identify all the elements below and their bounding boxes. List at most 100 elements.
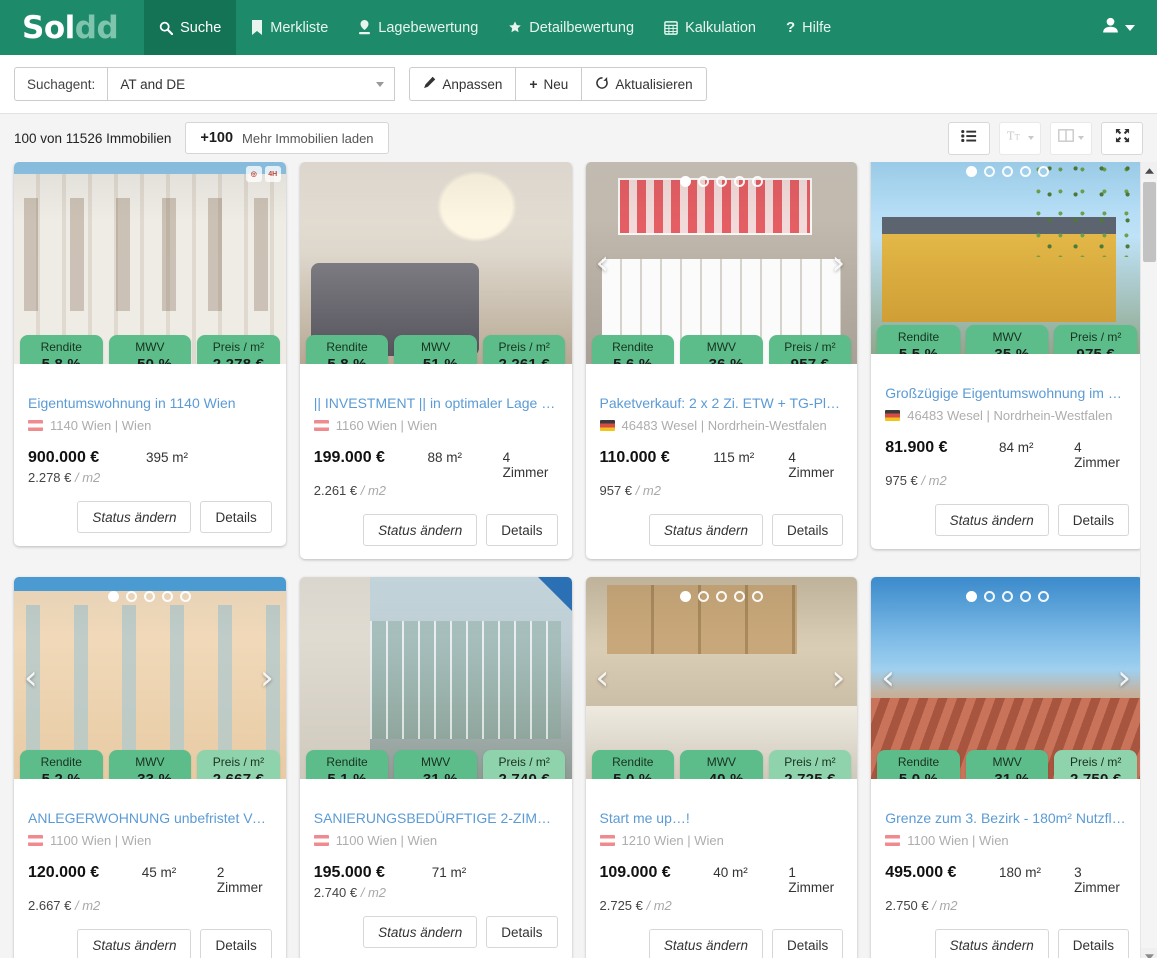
carousel-dot[interactable] [1038, 166, 1049, 177]
status-aendern-button[interactable]: Status ändern [363, 916, 477, 948]
property-photo[interactable]: ◎4HRendite5,8 %MWV- 50 %Preis / m²2.278 … [14, 162, 286, 364]
fullscreen-button[interactable] [1101, 122, 1143, 155]
carousel-prev-arrow[interactable]: ‹ [596, 661, 610, 695]
property-card[interactable]: ‹›Rendite5,2 %MWV- 33 %Preis / m²2.667 €… [14, 577, 286, 958]
carousel-prev-arrow[interactable]: ‹ [881, 661, 895, 695]
carousel-dot[interactable] [984, 166, 995, 177]
carousel-dot[interactable] [752, 591, 763, 602]
property-photo[interactable]: ‹›Rendite5,2 %MWV- 33 %Preis / m²2.667 € [14, 577, 286, 779]
property-title-link[interactable]: Großzügige Eigentumswohnung im Z… [885, 384, 1129, 402]
property-photo[interactable]: Rendite5,5 %MWV- 35 %Preis / m²975 € [871, 162, 1143, 354]
status-aendern-button[interactable]: Status ändern [363, 514, 477, 546]
carousel-dot[interactable] [680, 176, 691, 187]
status-aendern-button[interactable]: Status ändern [77, 501, 191, 533]
property-price: 81.900 € [885, 439, 999, 457]
property-card[interactable]: Rendite5,1 %MWV- 31 %Preis / m²2.740 € SA… [300, 577, 572, 958]
carousel-dot[interactable] [984, 591, 995, 602]
expand-icon [1115, 128, 1130, 148]
details-button[interactable]: Details [486, 514, 557, 546]
carousel-dot[interactable] [180, 591, 191, 602]
status-aendern-button[interactable]: Status ändern [649, 929, 763, 958]
property-title-link[interactable]: Grenze zum 3. Bezirk - 180m² Nutzflä… [885, 809, 1129, 827]
neu-button[interactable]: + Neu [515, 67, 581, 101]
property-photo[interactable]: ‹›Rendite5,6 %MWV- 36 %Preis / m²957 € [586, 162, 858, 364]
carousel-dot[interactable] [1020, 591, 1031, 602]
nav-item-merkliste[interactable]: Merkliste [236, 0, 343, 55]
property-card[interactable]: Rendite5,8 %MWV- 51 %Preis / m²2.261 € ||… [300, 162, 572, 559]
property-card[interactable]: ◎4HRendite5,8 %MWV- 50 %Preis / m²2.278 … [14, 162, 286, 546]
list-view-button[interactable] [948, 122, 990, 155]
details-button[interactable]: Details [200, 929, 271, 958]
property-card[interactable]: ‹›Rendite5,0 %MWV- 31 %Preis / m²2.750 €… [871, 577, 1143, 958]
carousel-dot[interactable] [162, 591, 173, 602]
carousel-dot[interactable] [734, 176, 745, 187]
nav-item-lagebewertung[interactable]: Lagebewertung [343, 0, 493, 55]
nav-item-kalkulation[interactable]: Kalkulation [649, 0, 771, 55]
carousel-dot[interactable] [716, 176, 727, 187]
nav-item-detailbewertung[interactable]: Detailbewertung [493, 0, 649, 55]
property-card[interactable]: ‹›Rendite5,6 %MWV- 36 %Preis / m²957 €Pa… [586, 162, 858, 559]
status-aendern-button[interactable]: Status ändern [935, 504, 1049, 536]
carousel-prev-arrow[interactable]: ‹ [596, 246, 610, 280]
carousel-dot[interactable] [698, 591, 709, 602]
carousel-dot[interactable] [1038, 591, 1049, 602]
property-title-link[interactable]: || INVESTMENT || in optimaler Lage fü… [314, 394, 558, 412]
carousel-dot[interactable] [1002, 166, 1013, 177]
property-title-link[interactable]: ANLEGERWOHNUNG unbefristet Ver… [28, 809, 272, 827]
carousel-next-arrow[interactable]: › [832, 661, 846, 695]
carousel-prev-arrow[interactable]: ‹ [24, 661, 38, 695]
vertical-scrollbar[interactable] [1140, 162, 1157, 958]
property-title-link[interactable]: SANIERUNGSBEDÜRFTIGE 2-ZIMMER… [314, 809, 558, 827]
carousel-dot[interactable] [144, 591, 155, 602]
property-photo[interactable]: Rendite5,1 %MWV- 31 %Preis / m²2.740 € [300, 577, 572, 779]
scroll-up-button[interactable] [1141, 162, 1157, 179]
aktualisieren-button[interactable]: Aktualisieren [581, 67, 706, 101]
property-title-link[interactable]: Start me up…! [600, 809, 844, 827]
columns-button[interactable] [1050, 122, 1092, 155]
carousel-dot[interactable] [126, 591, 137, 602]
carousel-dot[interactable] [1002, 591, 1013, 602]
carousel-dot[interactable] [966, 591, 977, 602]
property-photo[interactable]: ‹›Rendite5,0 %MWV- 40 %Preis / m²2.725 € [586, 577, 858, 779]
carousel-next-arrow[interactable]: › [832, 246, 846, 280]
carousel-next-arrow[interactable]: › [1117, 661, 1131, 695]
carousel-dot[interactable] [1020, 166, 1031, 177]
property-card[interactable]: Rendite5,5 %MWV- 35 %Preis / m²975 € Groß… [871, 162, 1143, 549]
details-button[interactable]: Details [772, 514, 843, 546]
property-card[interactable]: ‹›Rendite5,0 %MWV- 40 %Preis / m²2.725 €… [586, 577, 858, 958]
carousel-dot[interactable] [716, 591, 727, 602]
property-title-link[interactable]: Paketverkauf: 2 x 2 Zi. ETW + TG-Plat… [600, 394, 844, 412]
property-stats: 110.000 €115 m²4 Zimmer [600, 449, 844, 480]
app-logo[interactable]: Soldd [0, 0, 144, 55]
load-more-button[interactable]: +100 Mehr Immobilien laden [185, 122, 388, 154]
text-size-button[interactable]: TT [999, 122, 1041, 155]
details-button[interactable]: Details [486, 916, 557, 948]
nav-item-suche[interactable]: Suche [144, 0, 236, 55]
nav-item-hilfe[interactable]: ? Hilfe [771, 0, 846, 55]
carousel-dot[interactable] [734, 591, 745, 602]
scroll-down-button[interactable] [1141, 948, 1157, 958]
status-aendern-button[interactable]: Status ändern [935, 929, 1049, 958]
details-button[interactable]: Details [1058, 929, 1129, 958]
carousel-next-arrow[interactable]: › [260, 661, 274, 695]
status-aendern-button[interactable]: Status ändern [77, 929, 191, 958]
carousel-dot[interactable] [698, 176, 709, 187]
carousel-dot[interactable] [680, 591, 691, 602]
property-title-link[interactable]: Eigentumswohnung in 1140 Wien [28, 394, 272, 412]
property-location: 1100 Wien | Wien [885, 833, 1129, 848]
carousel-dot[interactable] [966, 166, 977, 177]
details-button[interactable]: Details [200, 501, 271, 533]
carousel-dot[interactable] [108, 591, 119, 602]
scrollbar-thumb[interactable] [1143, 182, 1156, 262]
property-photo[interactable]: ‹›Rendite5,0 %MWV- 31 %Preis / m²2.750 € [871, 577, 1143, 779]
search-agent-select[interactable]: AT and DE [107, 67, 395, 101]
anpassen-button[interactable]: Anpassen [409, 67, 515, 101]
user-account-menu[interactable] [1080, 0, 1157, 55]
details-button[interactable]: Details [772, 929, 843, 958]
details-button[interactable]: Details [1058, 504, 1129, 536]
carousel-dots [586, 176, 858, 187]
status-aendern-button[interactable]: Status ändern [649, 514, 763, 546]
property-card-slot: Rendite5,5 %MWV- 35 %Preis / m²975 € Groß… [864, 162, 1150, 577]
carousel-dot[interactable] [752, 176, 763, 187]
property-photo[interactable]: Rendite5,8 %MWV- 51 %Preis / m²2.261 € [300, 162, 572, 364]
